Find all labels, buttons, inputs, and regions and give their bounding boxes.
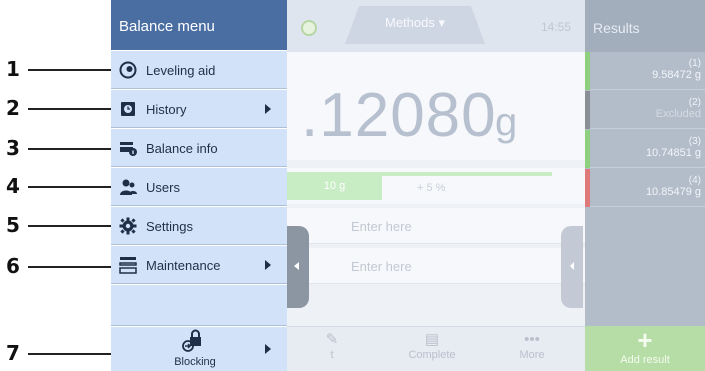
balance-menu: Balance menu Leveling aid History Balanc… — [111, 0, 287, 371]
submenu-arrow-icon — [265, 104, 271, 114]
callout-4: 4 — [6, 176, 126, 196]
menu-item-users[interactable]: Users — [111, 167, 287, 206]
collapse-left-handle[interactable] — [287, 226, 309, 308]
menu-empty-slot — [111, 284, 287, 326]
tolerance-percent: + 5 % — [417, 182, 446, 194]
result-row[interactable]: (1) 9.58472 g — [585, 52, 705, 90]
menu-title: Balance menu — [111, 0, 287, 50]
terminal-screen: Methods ▾ 14:55 .12080 g 10 g + 5 % Ente… — [111, 0, 705, 371]
methods-tab[interactable]: Methods ▾ — [345, 6, 485, 44]
more-button[interactable]: ••• More — [492, 327, 572, 371]
complete-button[interactable]: ▤ Complete — [382, 327, 482, 371]
history-icon — [121, 102, 135, 116]
weight-unit: g — [495, 100, 518, 144]
plus-icon: + — [637, 325, 653, 355]
balance-info-icon — [120, 142, 137, 156]
result-row[interactable]: (3) 10.74851 g — [585, 130, 705, 168]
pencil-icon: ✎ — [325, 331, 339, 348]
menu-item-balance-info[interactable]: Balance info — [111, 128, 287, 167]
menu-item-history[interactable]: History — [111, 89, 287, 128]
level-status-icon[interactable] — [301, 20, 317, 36]
submenu-arrow-icon — [265, 260, 271, 270]
more-dots-icon: ••• — [524, 331, 540, 348]
tolerance-bar: 10 g + 5 % — [287, 168, 585, 204]
results-title: Results — [585, 0, 705, 52]
settings-gear-icon — [119, 217, 137, 235]
menu-item-leveling-aid[interactable]: Leveling aid — [111, 50, 287, 89]
status-marker — [585, 91, 590, 129]
leveling-aid-icon — [119, 61, 137, 79]
blocking-lock-icon — [182, 329, 201, 352]
status-marker — [585, 169, 590, 207]
menu-item-maintenance[interactable]: Maintenance — [111, 245, 287, 284]
collapse-right-handle[interactable] — [561, 226, 583, 308]
callout-7: 7 — [6, 343, 158, 363]
result-row[interactable]: (4) 10.85479 g — [585, 169, 705, 207]
maintenance-icon — [119, 257, 137, 274]
users-icon — [120, 179, 137, 195]
printer-icon: ▤ — [424, 331, 440, 348]
clock: 14:55 — [540, 20, 571, 34]
app-bottom-bar: ✎ t ▤ Complete ••• More — [287, 326, 585, 371]
add-result-button[interactable]: + Add result — [585, 326, 705, 371]
status-marker — [585, 130, 590, 168]
blocking-button[interactable]: Blocking — [111, 326, 287, 371]
app-header: Methods ▾ 14:55 — [287, 0, 585, 52]
status-marker — [585, 52, 590, 90]
manual-figure: 1 2 3 4 5 6 7 Methods ▾ 14:55 .12080 g 1… — [0, 0, 705, 371]
weight-display: .12080 g — [287, 52, 585, 160]
callout-5: 5 — [6, 215, 126, 235]
weight-value: .12080 — [301, 81, 497, 150]
input-field-1[interactable]: Enter here — [287, 208, 585, 244]
input-field-2[interactable]: Enter here — [287, 248, 585, 284]
menu-item-settings[interactable]: Settings — [111, 206, 287, 245]
submenu-arrow-icon — [265, 344, 271, 354]
callout-6: 6 — [6, 256, 126, 276]
edit-button[interactable]: ✎ t — [287, 327, 377, 371]
tolerance-range — [382, 172, 552, 176]
tolerance-target: 10 g — [287, 172, 382, 200]
result-row[interactable]: (2) Excluded — [585, 91, 705, 129]
callout-3: 3 — [6, 138, 126, 158]
callout-1: 1 — [6, 59, 126, 79]
callout-2: 2 — [6, 98, 126, 118]
